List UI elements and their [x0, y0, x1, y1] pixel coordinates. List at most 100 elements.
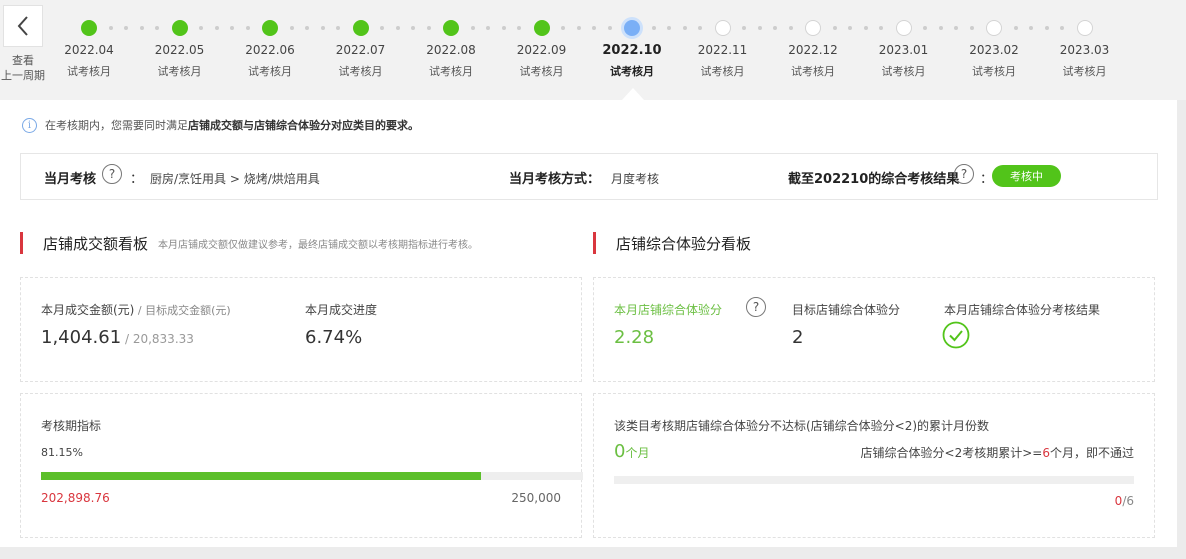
timeline-step-2022-12[interactable]: 2022.12 试考核月: [768, 0, 858, 100]
pending-step-icon: [1076, 20, 1093, 36]
timeline-step-2022-10[interactable]: 2022.10 试考核月: [587, 0, 677, 100]
period-percent: 81.15%: [41, 446, 83, 459]
step-status: 试考核月: [519, 65, 564, 78]
timeline-step-2022-08[interactable]: 2022.08 试考核月: [406, 0, 496, 100]
section-marker: [20, 232, 23, 254]
assessment-panel: i 在考核期内，您需要同时满足 店铺成交额与店铺综合体验分对应类目的要求。 当月考…: [0, 100, 1177, 547]
pending-step-icon: [805, 20, 821, 36]
timeline-step-2022-04[interactable]: 2022.04 试考核月: [44, 0, 134, 100]
timeline-step-2022-09[interactable]: 2022.09 试考核月: [497, 0, 587, 100]
step-status: 试考核月: [157, 65, 202, 78]
step-status: 试考核月: [1062, 65, 1107, 78]
completed-step-icon: [262, 20, 278, 36]
status-badge: 考核中: [992, 165, 1061, 187]
step-date: 2022.11: [697, 43, 748, 57]
amount-value-text: 1,404.61: [41, 327, 122, 348]
step-status: 试考核月: [610, 65, 654, 78]
step-date: 2022.05: [154, 43, 205, 57]
section-marker: [593, 232, 596, 254]
target-score-label: 目标店铺综合体验分: [792, 303, 901, 317]
timeline-step-2023-01[interactable]: 2023.01 试考核月: [859, 0, 949, 100]
current-period-pointer: [622, 88, 644, 100]
completed-step-icon: [352, 20, 369, 36]
category-label: 当月考核: [44, 172, 97, 187]
rule-prefix: 店铺综合体验分<2考核期累计>=: [860, 446, 1043, 460]
monthly-summary-bar: 当月考核 ? ： 厨房/烹饪用具 > 烧烤/烘焙用具 当月考核方式： 月度考核 …: [20, 153, 1158, 200]
step-date: 2023.01: [878, 43, 929, 57]
timeline-step-2023-03[interactable]: 2023.03 试考核月: [1040, 0, 1130, 100]
timeline-step-2022-11[interactable]: 2022.11 试考核月: [678, 0, 768, 100]
step-date: 2022.07: [335, 43, 386, 57]
check-circle-icon: [942, 321, 970, 349]
target-value-text: 20,833.33: [132, 332, 194, 346]
current-step-icon: [624, 20, 640, 36]
substandard-months-card: 该类目考核期店铺综合体验分不达标(店铺综合体验分<2)的累计月份数 0个月 店铺…: [593, 393, 1155, 538]
amount-separator: /: [121, 332, 133, 346]
substandard-count: 0/6: [1115, 494, 1134, 508]
sales-progress-label: 本月成交进度: [305, 303, 378, 317]
method-value: 月度考核: [611, 172, 660, 186]
fail-rule-text: 店铺综合体验分<2考核期累计>=6个月，即不通过: [861, 444, 1134, 461]
period-label: 考核期指标: [41, 419, 102, 433]
completed-step-icon: [171, 20, 188, 36]
pending-step-icon: [895, 20, 912, 36]
result-colon: ：: [980, 172, 994, 187]
substandard-title: 该类目考核期店铺综合体验分不达标(店铺综合体验分<2)的累计月份数: [614, 419, 990, 433]
timeline-step-2022-05[interactable]: 2022.05 试考核月: [135, 0, 225, 100]
score-value: 2.28: [614, 327, 655, 348]
step-status: 试考核月: [700, 65, 745, 78]
completed-step-icon: [533, 20, 550, 36]
step-date: 2022.06: [245, 43, 295, 57]
pending-step-icon: [714, 20, 731, 36]
timeline-step-2022-07[interactable]: 2022.07 试考核月: [316, 0, 406, 100]
period-target-card: 考核期指标 81.15% 202,898.76 250,000: [20, 393, 583, 538]
step-status: 试考核月: [972, 65, 1016, 78]
step-status: 试考核月: [429, 65, 473, 78]
sales-progress-value: 6.74%: [305, 327, 363, 348]
experience-section-title: 店铺综合体验分看板: [593, 231, 751, 255]
sales-amount-value: 1,404.61 / 20,833.33: [41, 327, 194, 348]
step-date: 2022.04: [64, 43, 114, 57]
question-icon[interactable]: ?: [954, 164, 974, 184]
target-score-value: 2: [792, 327, 804, 348]
substandard-progress-bar: [614, 476, 1134, 484]
previous-period-label[interactable]: 查看 上一周期: [0, 53, 46, 83]
info-icon: i: [22, 117, 37, 133]
previous-period-button[interactable]: [3, 5, 43, 47]
step-date: 2022.08: [426, 43, 476, 57]
amount-label-text: 本月成交金额(元): [41, 303, 135, 317]
period-target-value: 250,000: [511, 491, 561, 505]
completed-step-icon: [81, 20, 97, 36]
monthly-sales-card: 本月成交金额(元) / 目标成交金额(元) 1,404.61 / 20,833.…: [20, 277, 582, 382]
months-number: 0: [614, 441, 626, 462]
timeline-step-2022-06[interactable]: 2022.06 试考核月: [225, 0, 315, 100]
step-date: 2022.10: [602, 43, 662, 58]
months-unit: 个月: [625, 446, 650, 460]
pending-step-icon: [986, 20, 1002, 36]
sales-title: 店铺成交额看板: [43, 234, 149, 253]
step-date: 2023.03: [1059, 43, 1110, 57]
chevron-left-icon: [17, 16, 28, 36]
score-result-label: 本月店铺综合体验分考核结果: [944, 303, 1101, 317]
step-date: 2023.02: [969, 43, 1019, 57]
period-current-value: 202,898.76: [41, 491, 110, 505]
question-icon[interactable]: ?: [746, 297, 766, 317]
step-date: 2022.12: [788, 43, 838, 57]
substandard-months: 0个月: [614, 441, 649, 462]
score-label: 本月店铺综合体验分: [614, 303, 723, 317]
notice-bar: i 在考核期内，您需要同时满足 店铺成交额与店铺综合体验分对应类目的要求。: [22, 117, 419, 133]
step-status: 试考核月: [248, 65, 292, 78]
method-label: 当月考核方式：: [509, 172, 601, 187]
timeline-step-2023-02[interactable]: 2023.02 试考核月: [949, 0, 1039, 100]
step-status: 试考核月: [338, 65, 383, 78]
sales-section-title: 店铺成交额看板 本月店铺成交额仅做建议参考，最终店铺成交额以考核期指标进行考核。: [20, 231, 478, 255]
rule-number: 6: [1042, 446, 1050, 460]
period-progress-bar: [41, 472, 583, 480]
step-date: 2022.09: [516, 43, 567, 57]
question-icon[interactable]: ?: [102, 164, 122, 184]
target-label-text: / 目标成交金额(元): [134, 304, 231, 317]
category-colon: ：: [130, 172, 144, 187]
completed-step-icon: [443, 20, 459, 36]
category-value: 厨房/烹饪用具 > 烧烤/烘焙用具: [150, 172, 320, 186]
experience-title: 店铺综合体验分看板: [616, 234, 752, 253]
